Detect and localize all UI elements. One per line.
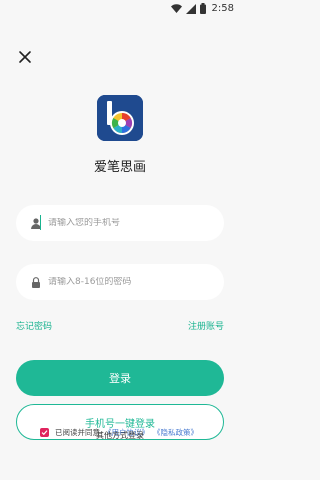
password-input[interactable] bbox=[48, 277, 218, 287]
status-icons: 2:58 bbox=[170, 3, 234, 14]
close-button[interactable] bbox=[16, 48, 34, 66]
other-login-link[interactable]: 其他方式登录 bbox=[0, 430, 240, 441]
app-logo bbox=[97, 95, 143, 141]
status-time: 2:58 bbox=[211, 3, 234, 14]
wifi-icon bbox=[170, 3, 182, 13]
app-name: 爱笔思画 bbox=[93, 160, 146, 175]
text-cursor bbox=[40, 215, 41, 230]
login-button[interactable]: 登录 bbox=[16, 360, 224, 396]
battery-icon bbox=[199, 3, 206, 14]
signal-icon bbox=[185, 3, 196, 14]
password-field[interactable] bbox=[16, 264, 224, 300]
app-logo-icon bbox=[97, 95, 143, 141]
phone-input[interactable] bbox=[48, 218, 218, 228]
register-link[interactable]: 注册账号 bbox=[188, 319, 224, 332]
close-icon bbox=[19, 51, 31, 63]
forgot-password-link[interactable]: 忘记密码 bbox=[16, 319, 52, 332]
lock-icon bbox=[30, 276, 42, 288]
status-bar: 2:58 bbox=[0, 0, 240, 20]
phone-field[interactable] bbox=[16, 205, 224, 241]
